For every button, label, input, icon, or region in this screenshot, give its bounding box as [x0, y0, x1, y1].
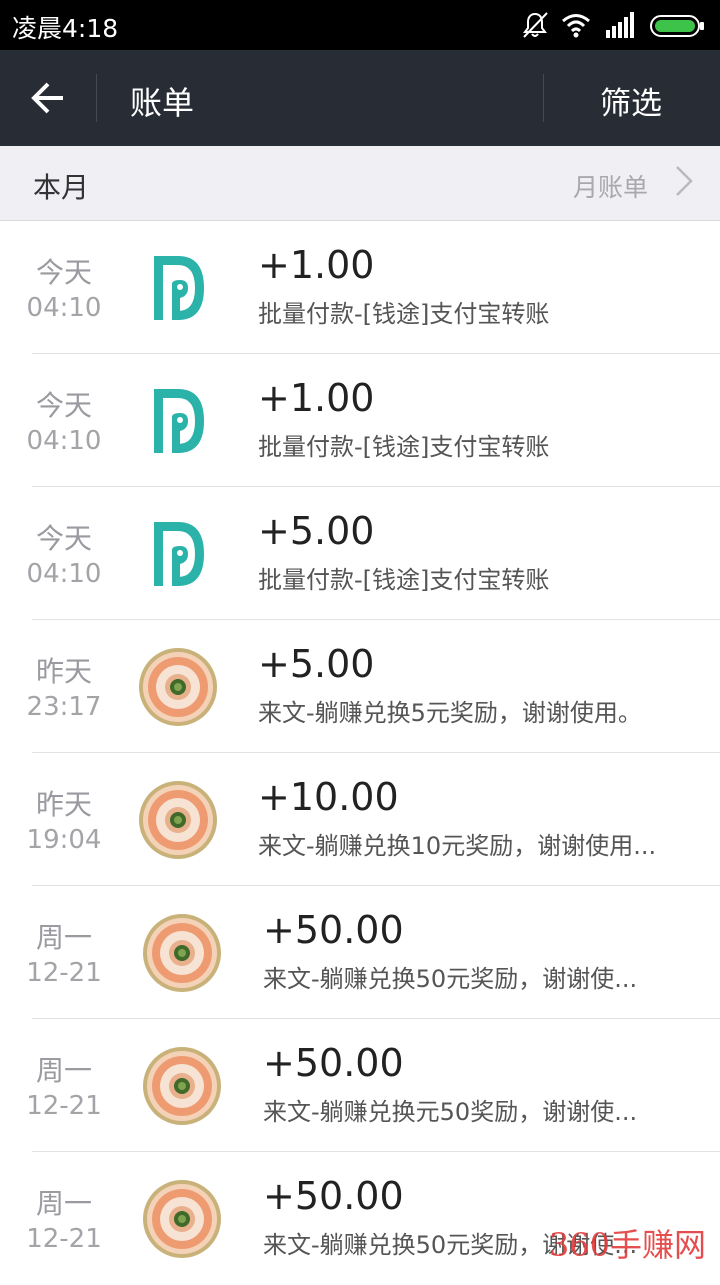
bill-amount: +1.00	[258, 376, 375, 420]
app-bar-divider	[96, 74, 97, 122]
monthly-bill-label: 月账单	[572, 173, 648, 202]
signal-icon	[606, 12, 634, 38]
watermark: 360手赚网	[548, 1226, 706, 1264]
app-bar: 账单 筛选	[0, 50, 720, 146]
bell-off-icon	[523, 12, 548, 38]
bill-amount: +50.00	[263, 908, 404, 952]
teal-d-logo	[154, 256, 204, 320]
bill-description: 来文-躺赚兑换50元奖励，谢谢使...	[263, 965, 638, 993]
bill-day: 周一	[35, 921, 92, 954]
bill-time: 04:10	[26, 426, 102, 456]
bill-row[interactable]: 周一 12-21 +50.00 来文-躺赚兑换50元奖励，谢谢使...	[0, 886, 720, 1019]
bill-description: 批量付款-[钱途]支付宝转账	[258, 300, 550, 328]
bill-amount: +10.00	[258, 775, 399, 819]
fruit-platter-photo	[139, 648, 217, 726]
bill-row[interactable]: 昨天 23:17 +5.00 来文-躺赚兑换5元奖励，谢谢使用。	[0, 620, 720, 753]
bill-row[interactable]: 今天 04:10 +1.00 批量付款-[钱途]支付宝转账	[0, 354, 720, 487]
bill-day: 周一	[35, 1187, 92, 1220]
bill-day: 今天	[35, 256, 92, 289]
bill-time: 23:17	[26, 692, 102, 722]
bill-day: 昨天	[35, 655, 92, 688]
wifi-icon	[562, 14, 590, 38]
teal-d-logo	[154, 389, 204, 453]
bill-time: 12-21	[26, 958, 102, 988]
bill-day: 今天	[35, 389, 92, 422]
arrow-left-icon	[31, 82, 63, 114]
bill-description: 批量付款-[钱途]支付宝转账	[258, 433, 550, 461]
status-time: 凌晨4:18	[12, 14, 119, 43]
bill-list: 今天 04:10 +1.00 批量付款-[钱途]支付宝转账 今天 04:10 +…	[0, 221, 720, 1285]
back-button[interactable]	[0, 50, 96, 146]
bill-time: 04:10	[26, 293, 102, 323]
bill-row[interactable]: 昨天 19:04 +10.00 来文-躺赚兑换10元奖励，谢谢使用...	[0, 753, 720, 886]
bill-amount: +1.00	[258, 243, 375, 287]
fruit-platter-photo	[143, 1047, 221, 1125]
status-icons	[520, 10, 710, 40]
bill-day: 今天	[35, 522, 92, 555]
teal-d-logo	[154, 522, 204, 586]
app-bar-divider	[543, 74, 544, 122]
fruit-platter-photo	[139, 781, 217, 859]
bill-time: 12-21	[26, 1091, 102, 1121]
bill-description: 来文-躺赚兑换5元奖励，谢谢使用。	[258, 699, 642, 727]
monthly-bill-link[interactable]: 月账单	[554, 162, 694, 202]
bill-amount: +50.00	[263, 1041, 404, 1085]
page-title: 账单	[130, 84, 195, 122]
fruit-platter-photo	[143, 1180, 221, 1258]
bill-description: 批量付款-[钱途]支付宝转账	[258, 566, 550, 594]
battery-icon	[650, 15, 704, 37]
bill-amount: +5.00	[258, 642, 375, 686]
chevron-right-icon	[676, 166, 693, 196]
bill-time: 19:04	[26, 825, 102, 855]
bill-amount: +50.00	[263, 1174, 404, 1218]
bill-day: 昨天	[35, 788, 92, 821]
bill-day: 周一	[35, 1054, 92, 1087]
bill-time: 04:10	[26, 559, 102, 589]
bill-description: 来文-躺赚兑换元50奖励，谢谢使...	[263, 1098, 638, 1126]
bill-time: 12-21	[26, 1224, 102, 1254]
filter-button[interactable]: 筛选	[600, 78, 662, 123]
bill-row[interactable]: 周一 12-21 +50.00 来文-躺赚兑换元50奖励，谢谢使...	[0, 1019, 720, 1152]
bill-amount: +5.00	[258, 509, 375, 553]
month-header: 本月 月账单	[0, 146, 720, 221]
bill-row[interactable]: 今天 04:10 +5.00 批量付款-[钱途]支付宝转账	[0, 487, 720, 620]
bill-row[interactable]: 今天 04:10 +1.00 批量付款-[钱途]支付宝转账	[0, 221, 720, 354]
bill-description: 来文-躺赚兑换10元奖励，谢谢使用...	[258, 832, 657, 860]
status-bar: 凌晨4:18	[0, 0, 720, 50]
month-label: 本月	[33, 171, 90, 204]
fruit-platter-photo	[143, 914, 221, 992]
